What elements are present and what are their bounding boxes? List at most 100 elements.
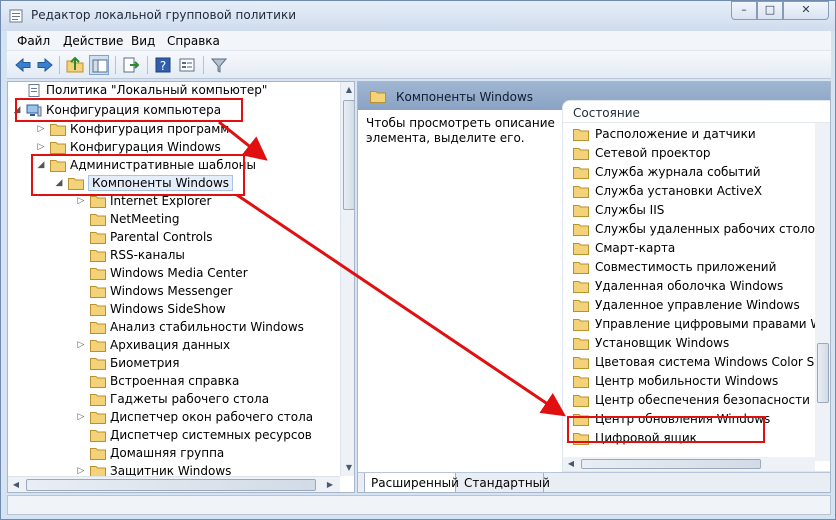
menu-view[interactable]: Вид (131, 34, 155, 48)
folder-icon (573, 128, 589, 141)
forward-arrow-icon[interactable] (35, 55, 55, 75)
toolbar-separator (203, 56, 204, 74)
tree-item-label: Конфигурация программ (70, 122, 230, 136)
folder-icon (573, 394, 589, 407)
list-item[interactable]: Смарт-карта (573, 239, 830, 258)
folder-icon (90, 393, 106, 406)
list-item[interactable]: Служба журнала событий (573, 163, 830, 182)
list-item[interactable]: Цветовая система Windows Color System (573, 353, 831, 372)
maximize-button[interactable]: □ (757, 1, 783, 20)
window-title: Редактор локальной групповой политики (31, 8, 297, 22)
back-arrow-icon[interactable] (13, 55, 33, 75)
list-item[interactable]: Удаленное управление Windows (573, 296, 830, 315)
folder-icon (573, 223, 589, 236)
tree-item-label: Анализ стабильности Windows (110, 320, 304, 334)
toolbar-separator (115, 56, 116, 74)
folder-icon (370, 91, 386, 103)
policy-document-icon (26, 84, 42, 97)
list-item-label: Служба журнала событий (595, 165, 761, 179)
export-list-icon[interactable] (121, 55, 141, 75)
scroll-down-icon[interactable]: ▼ (341, 460, 354, 476)
properties-icon[interactable] (177, 55, 197, 75)
tree-item-label: Windows SideShow (110, 302, 226, 316)
minimize-button[interactable]: – (731, 1, 757, 20)
details-title: Компоненты Windows (396, 90, 534, 104)
app-window: Редактор локальной групповой политики – … (0, 0, 836, 520)
scroll-up-icon[interactable]: ▲ (341, 82, 354, 98)
list-vertical-scrollbar[interactable] (815, 123, 830, 461)
list-item[interactable]: Управление цифровыми правами Windows (573, 315, 830, 334)
expand-arrow-icon[interactable]: ▷ (76, 466, 86, 476)
expand-arrow-icon[interactable]: ▷ (76, 196, 86, 206)
tree-item-label: Биометрия (110, 356, 180, 370)
svg-text:?: ? (160, 59, 166, 73)
toolbar-separator (147, 56, 148, 74)
list-item[interactable]: Расположение и датчики (573, 125, 830, 144)
list-item[interactable]: Центр обеспечения безопасности (573, 391, 830, 410)
list-item-label: Службы удаленных рабочих столов (595, 222, 823, 236)
tab-standard[interactable]: Стандартный (458, 473, 550, 492)
list-item[interactable]: Сетевой проектор (573, 144, 830, 163)
scroll-thumb[interactable] (817, 343, 829, 403)
list-item[interactable]: Службы удаленных рабочих столов (573, 220, 830, 239)
tree-vertical-scrollbar[interactable]: ▲ ▼ (340, 82, 354, 476)
scroll-right-icon[interactable]: ▶ (322, 477, 338, 492)
scroll-left-icon[interactable]: ◀ (563, 456, 579, 471)
expand-arrow-icon[interactable]: ▷ (76, 340, 86, 350)
list-item-label: Центр обеспечения безопасности (595, 393, 810, 407)
help-icon[interactable]: ? (153, 55, 173, 75)
tree-item-label: Диспетчер системных ресурсов (110, 428, 312, 442)
tree-item-label: Архивация данных (110, 338, 231, 352)
list-item[interactable]: Совместимость приложений (573, 258, 830, 277)
show-hide-tree-icon[interactable] (89, 55, 109, 75)
toolbar: ? (7, 51, 831, 79)
list-item[interactable]: Службы IIS (573, 201, 830, 220)
menu-action[interactable]: Действие (63, 34, 123, 48)
folder-icon (573, 147, 589, 160)
scroll-left-icon[interactable]: ◀ (8, 477, 24, 492)
tree-pane: Политика "Локальный компьютер" ◢ Конфигура… (7, 81, 355, 493)
folder-icon (573, 204, 589, 217)
scroll-thumb[interactable] (343, 100, 354, 210)
menu-help[interactable]: Справка (167, 34, 220, 48)
tree-item-label: Internet Explorer (110, 194, 212, 208)
list-item[interactable]: Удаленная оболочка Windows (573, 277, 830, 296)
folder-icon (90, 195, 106, 208)
column-header-state[interactable]: Состояние (563, 101, 830, 123)
folder-icon (90, 285, 106, 298)
folder-icon (573, 261, 589, 274)
folder-icon (90, 303, 106, 316)
folder-icon (90, 213, 106, 226)
folder-up-icon[interactable] (65, 55, 85, 75)
scroll-thumb[interactable] (26, 479, 316, 491)
view-tabs: Расширенный Стандартный (358, 472, 830, 492)
menu-file[interactable]: Файл (17, 34, 50, 48)
expand-arrow-icon[interactable]: ▷ (76, 412, 86, 422)
tab-extended[interactable]: Расширенный (364, 473, 459, 492)
list-item-label: Цветовая система Windows Color System (595, 355, 831, 369)
scroll-thumb[interactable] (581, 459, 761, 469)
tree-item-label: Гаджеты рабочего стола (110, 392, 270, 406)
expand-arrow-icon[interactable]: ▷ (36, 142, 46, 152)
list-item-label: Удаленная оболочка Windows (595, 279, 784, 293)
list-item-label: Установщик Windows (595, 336, 730, 350)
list-item-label: Служба установки ActiveX (595, 184, 763, 198)
list-item-label: Управление цифровыми правами Windows (595, 317, 830, 331)
tree-item-label: Встроенная справка (110, 374, 240, 388)
close-button[interactable]: ✕ (783, 1, 829, 20)
list-item-label: Центр мобильности Windows (595, 374, 779, 388)
list-horizontal-scrollbar[interactable]: ◀ (563, 457, 815, 471)
list-item[interactable]: Служба установки ActiveX (573, 182, 830, 201)
folder-icon (90, 321, 106, 334)
tree-item-label: NetMeeting (110, 212, 180, 226)
description-text: Чтобы просмотреть описание элемента, выд… (366, 116, 555, 145)
filter-icon[interactable] (209, 55, 229, 75)
minimize-icon: – (741, 3, 747, 16)
expand-arrow-icon[interactable]: ▷ (36, 124, 46, 134)
tree-item-label: Windows Media Center (110, 266, 248, 280)
list-item[interactable]: Центр мобильности Windows (573, 372, 830, 391)
list-item[interactable]: Установщик Windows (573, 334, 830, 353)
folder-icon (50, 123, 66, 136)
tree-horizontal-scrollbar[interactable]: ◀ ▶ (8, 476, 340, 492)
folder-icon (573, 166, 589, 179)
